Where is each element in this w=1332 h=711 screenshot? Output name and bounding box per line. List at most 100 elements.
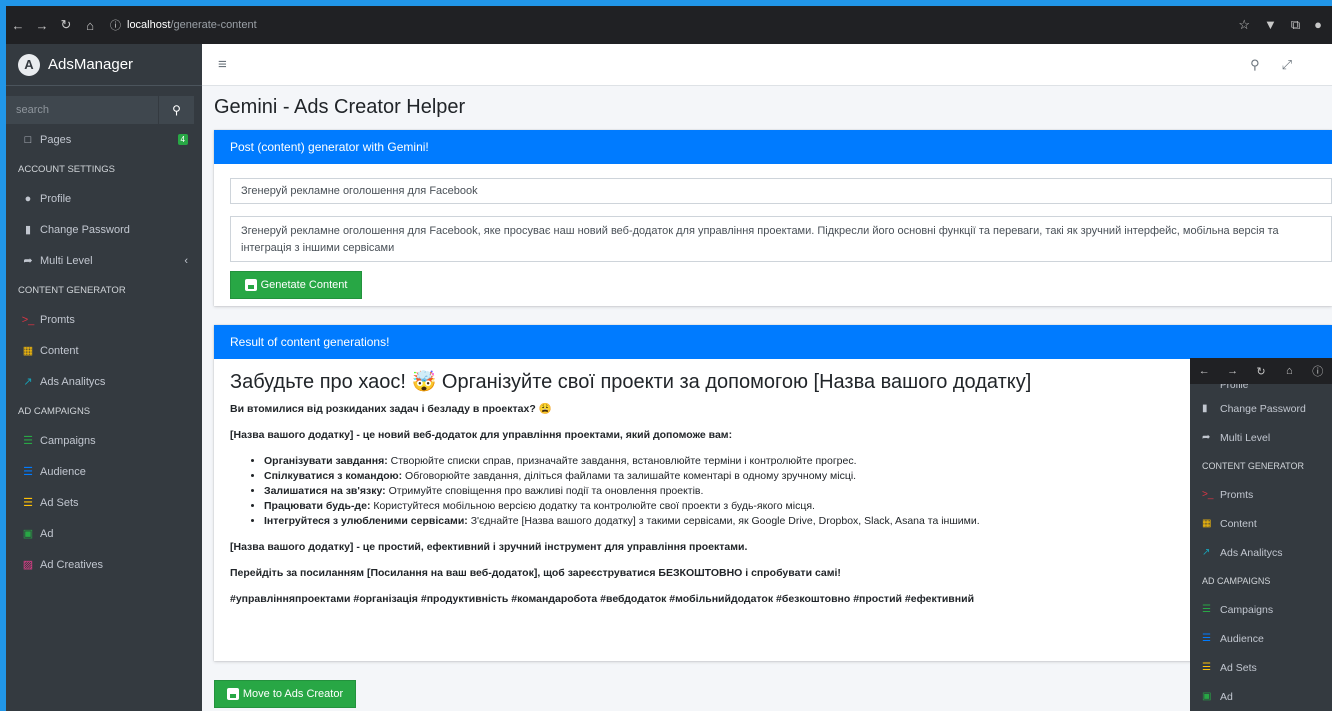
result-lead: [Назва вашого додатку] - це новий веб-до…: [230, 429, 733, 441]
brand-name: AdsManager: [48, 56, 134, 73]
sidebar-item-label: Ads Analitycs: [40, 375, 106, 388]
page-icon: □: [24, 133, 32, 146]
overlay-item-label: Audience: [1220, 632, 1264, 645]
sidebar-item-profile[interactable]: ● Profile: [6, 183, 202, 214]
puzzle-icon[interactable]: ⧉: [1291, 17, 1300, 33]
lock-icon: ▮: [24, 224, 32, 236]
back-icon[interactable]: ←: [6, 18, 30, 33]
overlay-item-label: Change Password: [1220, 402, 1306, 415]
brand-logo-icon: A: [18, 53, 40, 76]
extension-icon[interactable]: ▼: [1264, 17, 1277, 33]
sidebar-item-pages[interactable]: □ Pages 4: [6, 124, 202, 155]
sidebar-item-ads-analytics[interactable]: ↗ Ads Analitycs: [6, 366, 202, 397]
search-input[interactable]: [6, 96, 158, 124]
brand[interactable]: A AdsManager: [6, 44, 202, 86]
ad-icon: ▣: [22, 528, 34, 540]
reload-icon[interactable]: ↻: [1251, 365, 1271, 378]
feature-title: Залишатися на зв'язку:: [264, 485, 386, 497]
overlay-item-content[interactable]: ▦ Content: [1190, 509, 1332, 538]
overlay-item-profile-partial[interactable]: Profile: [1190, 384, 1332, 394]
prompt-body-textarea[interactable]: Згенеруй рекламне оголошення для Faceboo…: [230, 216, 1332, 262]
overlay-item-change-password[interactable]: ▮ Change Password: [1190, 394, 1332, 423]
sidebar-item-label: Ad Creatives: [40, 558, 103, 571]
list-item: Залишатися на зв'язку: Отримуйте сповіще…: [264, 485, 1330, 497]
navbar-search-icon[interactable]: ⚲: [1250, 57, 1260, 73]
sidebar-item-ad-creatives[interactable]: ▨ Ad Creatives: [6, 549, 202, 580]
home-icon[interactable]: ⌂: [1279, 365, 1299, 377]
home-icon[interactable]: ⌂: [78, 18, 102, 33]
list-check-icon: ☰: [1202, 604, 1211, 615]
bars-icon: ☰: [23, 497, 33, 509]
overlay-item-label: Multi Level: [1220, 431, 1271, 444]
pages-count-badge: 4: [177, 134, 188, 145]
overlay-item-campaigns[interactable]: ☰ Campaigns: [1190, 595, 1332, 624]
search-icon[interactable]: ⚲: [158, 96, 194, 124]
feature-text: Створюйте списки справ, призначайте завд…: [387, 455, 857, 467]
list-item: Працювати будь-де: Користуйтеся мобільно…: [264, 500, 1330, 512]
result-card-header: Result of content generations!: [214, 325, 1332, 359]
sidebar-item-content[interactable]: ▦ Content: [6, 335, 202, 366]
share-icon: ➦: [1202, 432, 1211, 443]
sidebar-item-promts[interactable]: >_ Promts: [6, 304, 202, 335]
page-title: Gemini - Ads Creator Helper: [214, 96, 466, 118]
overlay-item-ad[interactable]: ▣ Ad: [1190, 682, 1332, 711]
feature-text: Отримуйте сповіщення про важливі події т…: [385, 485, 704, 497]
result-cta: Перейдіть за посиланням [Посилання на ва…: [230, 567, 841, 579]
move-button-label: Move to Ads Creator: [242, 688, 344, 700]
overlay-item-label: Ad: [1220, 690, 1233, 703]
sidebar-item-label: Profile: [40, 192, 72, 205]
overlay-item-label: Ad Sets: [1220, 661, 1257, 674]
back-icon[interactable]: ←: [1194, 365, 1214, 377]
sidebar-item-label: Campaigns: [40, 434, 96, 447]
hamburger-menu-icon[interactable]: ≡: [218, 56, 227, 73]
feature-title: Організувати завдання:: [264, 455, 388, 467]
forward-icon[interactable]: →: [30, 18, 54, 33]
address-bar[interactable]: ⓘ localhost/generate-content: [110, 12, 257, 38]
sidebar-item-label: Ad: [40, 527, 54, 540]
sidebar-item-audience[interactable]: ☰ Audience: [6, 456, 202, 487]
result-hashtags: #управлінняпроектами #організація #проду…: [230, 593, 975, 605]
sidebar-item-label: Audience: [40, 465, 86, 478]
sidebar-item-multi-level[interactable]: ➦ Multi Level ‹: [6, 245, 202, 276]
profile-icon[interactable]: ●: [1314, 17, 1322, 33]
chevron-left-icon: ‹: [184, 254, 188, 267]
briefcase-icon: ▨: [22, 559, 34, 571]
bookmark-star-icon[interactable]: ☆: [1238, 17, 1250, 33]
overlay-item-promts[interactable]: >_ Promts: [1190, 480, 1332, 509]
info-icon[interactable]: ⓘ: [110, 17, 121, 33]
result-heading: Забудьте про хаос! 🤯 Організуйте свої пр…: [230, 371, 1032, 393]
overlay-item-ads-analytics[interactable]: ↗ Ads Analitycs: [1190, 538, 1332, 567]
prompt-title-input[interactable]: Згенеруй рекламне оголошення для Faceboo…: [230, 178, 1332, 204]
overlay-item-ad-sets[interactable]: ☰ Ad Sets: [1190, 653, 1332, 682]
overlay-item-multi-level[interactable]: ➦ Multi Level: [1190, 423, 1332, 452]
keyboard-icon: ▦: [1202, 518, 1212, 529]
sidebar-item-ad[interactable]: ▣ Ad: [6, 518, 202, 549]
feature-title: Інтегруйтеся з улюбленими сервісами:: [264, 515, 468, 527]
sidebar-item-label: Promts: [40, 313, 75, 326]
sidebar-item-label: Pages: [40, 133, 72, 146]
overlay-item-label: Content: [1220, 517, 1257, 530]
content-wrapper: Gemini - Ads Creator Helper Post (conten…: [202, 86, 1332, 711]
info-icon[interactable]: ⓘ: [1308, 363, 1328, 379]
section-header-content: CONTENT GENERATOR: [18, 284, 126, 296]
overlay-window: ← → ↻ ⌂ ⓘ Profile ▮ Change Password ➦ Mu…: [1190, 358, 1332, 711]
result-intro: Ви втомилися від розкиданих задач і безл…: [230, 403, 552, 415]
overlay-item-label: Promts: [1220, 488, 1254, 501]
sidebar-item-campaigns[interactable]: ☰ Campaigns: [6, 425, 202, 456]
sidebar-item-ad-sets[interactable]: ☰ Ad Sets: [6, 487, 202, 518]
ad-icon: ▣: [1202, 691, 1212, 702]
feature-text: З'єднайте [Назва вашого додатку] з таким…: [467, 515, 980, 527]
browser-window: ← → ↻ ⌂ ⓘ localhost/generate-content ☆ ▼…: [6, 6, 1332, 711]
reload-icon[interactable]: ↻: [54, 17, 78, 33]
move-to-ads-creator-button[interactable]: Move to Ads Creator: [214, 680, 356, 708]
result-summary: [Назва вашого додатку] - це простий, ефе…: [230, 541, 748, 553]
terminal-icon: >_: [1202, 489, 1214, 500]
chart-line-icon: ↗: [1202, 547, 1211, 558]
sidebar-item-change-password[interactable]: ▮ Change Password: [6, 214, 202, 245]
fullscreen-icon[interactable]: ⤢: [1282, 57, 1292, 73]
keyboard-icon: ▦: [22, 345, 34, 357]
forward-icon[interactable]: →: [1223, 365, 1243, 377]
generate-content-button[interactable]: Genetate Content: [230, 271, 362, 299]
terminal-icon: >_: [21, 313, 35, 326]
overlay-item-audience[interactable]: ☰ Audience: [1190, 624, 1332, 653]
